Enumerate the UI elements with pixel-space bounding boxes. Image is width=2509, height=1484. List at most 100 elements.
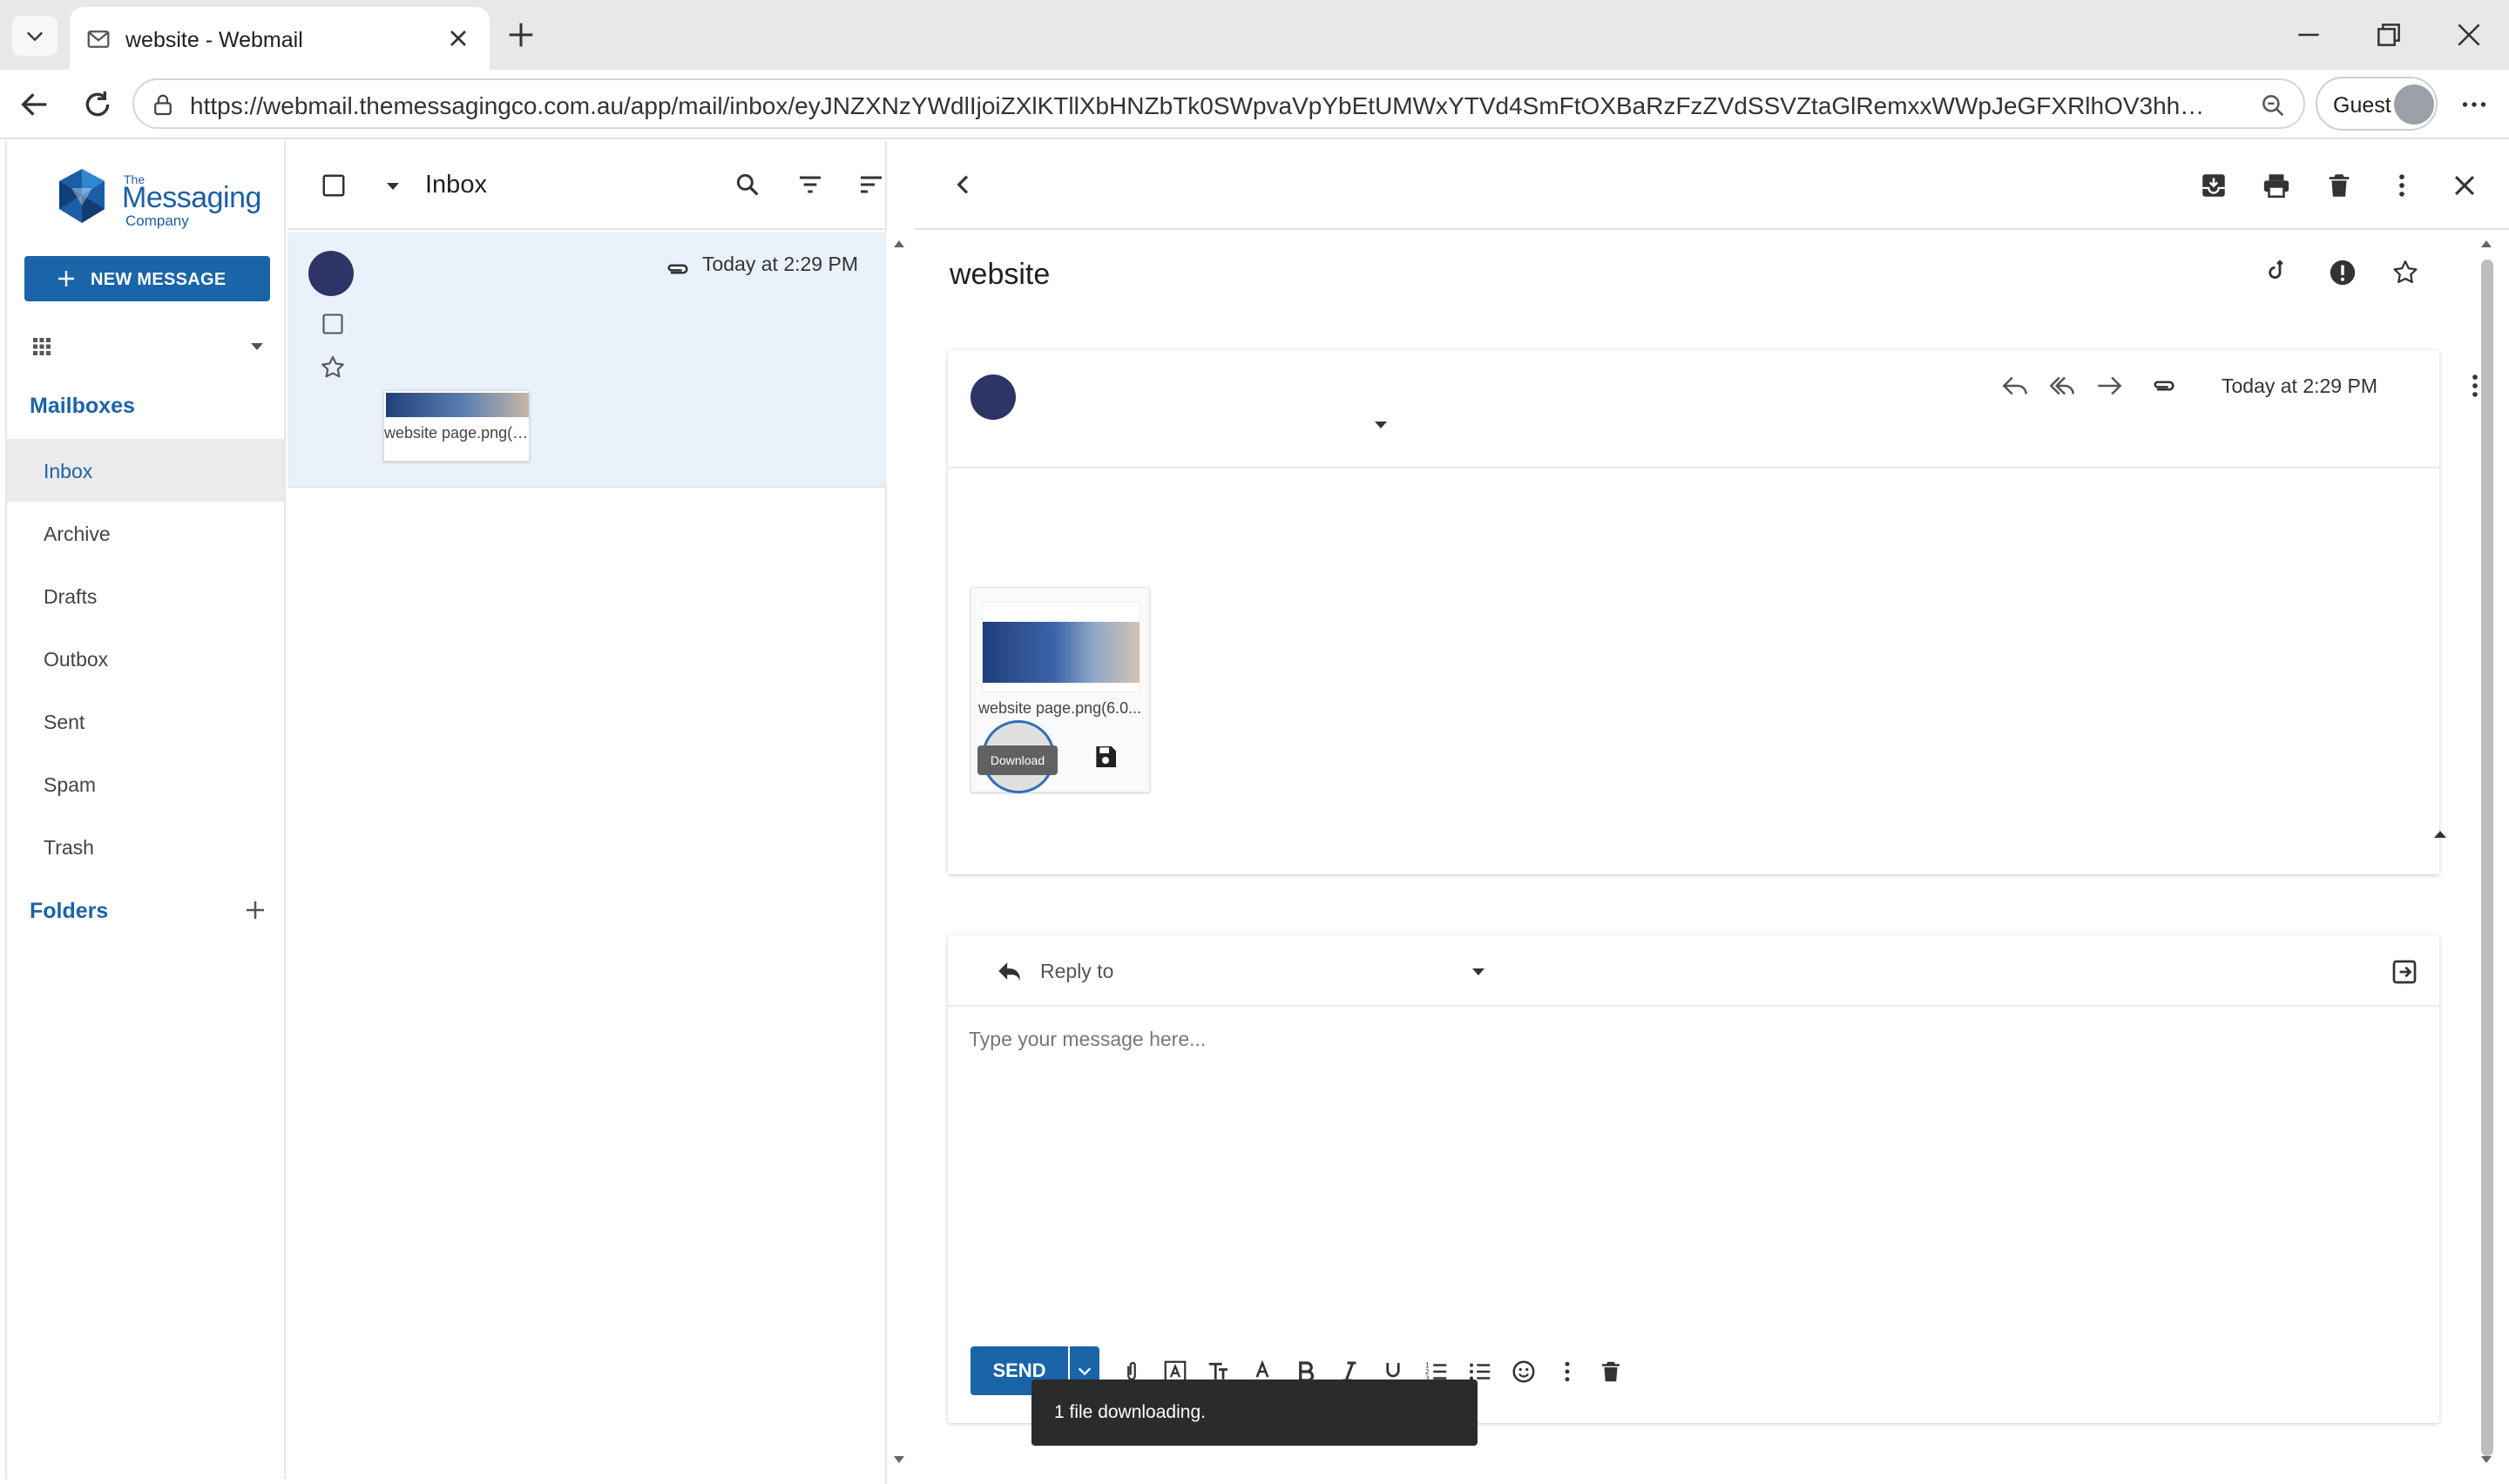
- attachment-thumbnail: [982, 602, 1140, 692]
- tab-title: website - Webmail: [125, 28, 303, 52]
- discard-draft-icon[interactable]: [1598, 1359, 1624, 1385]
- new-message-button[interactable]: NEW MESSAGE: [24, 256, 270, 301]
- sidebar: The Messaging Company NEW MESSAGE Mailbo…: [5, 141, 286, 1479]
- mail-icon: [87, 30, 110, 48]
- message-list-pane: Inbox Today at 2:29 PM website page.png(…: [287, 141, 887, 1484]
- star-icon[interactable]: [2391, 258, 2420, 287]
- chevron-left-icon[interactable]: [950, 171, 977, 199]
- close-icon[interactable]: [2450, 171, 2479, 200]
- reply-icon[interactable]: [1998, 369, 2032, 402]
- sender-avatar: [308, 251, 354, 296]
- apps-switcher[interactable]: [24, 329, 277, 364]
- restore-icon[interactable]: [2371, 17, 2406, 52]
- logo-line2: Messaging: [122, 181, 261, 214]
- list-scroll-down-icon[interactable]: [892, 1454, 906, 1465]
- close-tab-icon[interactable]: [444, 24, 472, 52]
- message-time: Today at 2:29 PM: [702, 253, 858, 275]
- reader-scroll-down-icon[interactable]: [2479, 1454, 2493, 1465]
- emoji-icon[interactable]: [1511, 1359, 1537, 1385]
- new-tab-icon[interactable]: [504, 17, 538, 52]
- reader-scrollbar[interactable]: [2481, 260, 2493, 1456]
- list-scroll-up-icon[interactable]: [892, 239, 906, 249]
- trash-icon[interactable]: [2324, 171, 2354, 200]
- message-body-input[interactable]: Type your message here...: [969, 1028, 1206, 1051]
- tab-list-button[interactable]: [12, 16, 57, 56]
- more-horizontal-icon[interactable]: [2458, 89, 2490, 120]
- thumbnail-hero: [983, 622, 1140, 683]
- search-icon[interactable]: [734, 171, 761, 199]
- reader-scroll-up-icon[interactable]: [2479, 239, 2493, 249]
- row-checkbox[interactable]: [321, 312, 345, 336]
- sidebar-item-drafts[interactable]: Drafts: [7, 564, 284, 627]
- browser-toolbar: https://webmail.themessagingco.com.au/ap…: [0, 70, 2509, 139]
- back-icon[interactable]: [17, 87, 52, 122]
- close-window-icon[interactable]: [2452, 17, 2486, 52]
- zoom-icon[interactable]: [2258, 91, 2288, 120]
- lock-icon[interactable]: [150, 92, 176, 118]
- save-icon[interactable]: [1092, 743, 1119, 771]
- attachment-preview[interactable]: website page.png(6...: [383, 390, 531, 462]
- url-text[interactable]: https://webmail.themessagingco.com.au/ap…: [190, 92, 2211, 120]
- reply-mode-icon[interactable]: [995, 956, 1025, 986]
- important-icon[interactable]: [2328, 258, 2357, 287]
- sidebar-item-label: Drafts: [44, 585, 98, 608]
- apps-grid-icon: [33, 338, 51, 355]
- attachment-thumbnail: [386, 393, 529, 417]
- forward-icon[interactable]: [2093, 369, 2126, 402]
- select-all-checkbox[interactable]: [321, 172, 347, 199]
- more-vertical-icon[interactable]: [2387, 171, 2417, 200]
- sort-icon[interactable]: [857, 171, 885, 199]
- add-folder-icon[interactable]: [242, 897, 268, 923]
- message-time: Today at 2:29 PM: [2222, 374, 2377, 397]
- reading-toolbar: [915, 141, 2509, 230]
- collapse-caret-icon[interactable]: [2432, 829, 2448, 840]
- sidebar-item-spam[interactable]: Spam: [7, 752, 284, 815]
- archive-icon[interactable]: [2199, 171, 2228, 200]
- message-list-row[interactable]: Today at 2:29 PM website page.png(6...: [287, 232, 887, 488]
- message-header: Today at 2:29 PM: [948, 350, 2478, 469]
- list-title: Inbox: [425, 171, 487, 199]
- reply-to-label[interactable]: Reply to: [1040, 960, 1113, 983]
- reminder-icon[interactable]: [2265, 258, 2295, 287]
- address-bar[interactable]: https://webmail.themessagingco.com.au/ap…: [132, 78, 2305, 129]
- message-list-toolbar: Inbox: [287, 141, 887, 230]
- browser-tab[interactable]: website - Webmail: [70, 7, 490, 70]
- thumbnail-header: [983, 603, 1140, 615]
- reply-mode-caret-icon[interactable]: [1471, 967, 1486, 977]
- minimize-icon[interactable]: [2291, 17, 2326, 52]
- folders-title[interactable]: Folders: [30, 899, 108, 924]
- chevron-down-icon: [1078, 1367, 1092, 1376]
- sidebar-item-trash[interactable]: Trash: [7, 815, 284, 878]
- attachment-name: website page.png(6.0...: [978, 699, 1142, 717]
- reload-icon[interactable]: [80, 87, 115, 122]
- browser-tab-bar: website - Webmail: [0, 0, 2509, 70]
- sidebar-item-archive[interactable]: Archive: [7, 502, 284, 564]
- sidebar-item-inbox[interactable]: Inbox: [7, 439, 284, 502]
- plus-icon: [58, 271, 74, 287]
- filter-icon[interactable]: [796, 171, 824, 199]
- mailboxes-title[interactable]: Mailboxes: [30, 394, 135, 419]
- popout-icon[interactable]: [2391, 958, 2418, 986]
- sidebar-item-label: Outbox: [44, 648, 109, 671]
- more-vertical-icon[interactable]: [1554, 1359, 1580, 1385]
- download-tooltip: Download: [977, 745, 1058, 775]
- sidebar-item-label: Trash: [44, 836, 94, 859]
- caret-down-icon: [251, 343, 263, 350]
- reply-all-icon[interactable]: [2046, 369, 2079, 402]
- star-icon[interactable]: [319, 354, 347, 381]
- attachment-icon: [667, 264, 688, 274]
- company-logo-icon: [59, 169, 105, 223]
- sidebar-item-label: Inbox: [44, 460, 93, 482]
- sidebar-item-sent[interactable]: Sent: [7, 690, 284, 752]
- recipients-caret-icon[interactable]: [1373, 420, 1389, 430]
- attachment-icon: [2154, 381, 2174, 391]
- sender-avatar: [970, 374, 1016, 420]
- sidebar-item-label: Sent: [44, 711, 85, 733]
- select-menu-caret-icon[interactable]: [385, 181, 401, 192]
- reply-header: Reply to: [948, 935, 2439, 1007]
- chevron-down-icon: [27, 31, 43, 42]
- print-icon[interactable]: [2262, 171, 2291, 200]
- sidebar-item-outbox[interactable]: Outbox: [7, 627, 284, 690]
- profile-avatar: [2394, 84, 2434, 125]
- profile-button[interactable]: Guest: [2316, 77, 2438, 131]
